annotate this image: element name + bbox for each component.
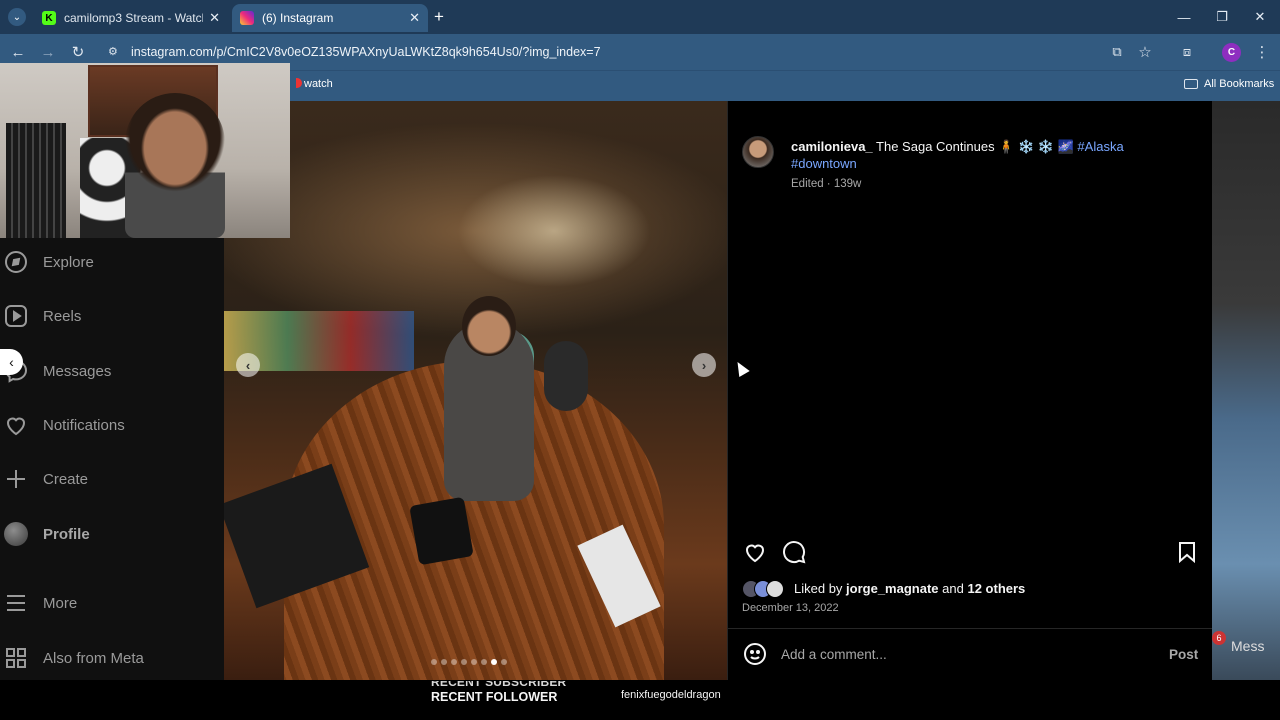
webcam-streamer <box>125 93 225 238</box>
grid-icon <box>6 648 26 668</box>
sidebar-item-messages[interactable]: Messages <box>0 351 224 391</box>
compass-icon <box>5 251 27 273</box>
carousel-dots <box>431 659 507 665</box>
reels-icon <box>5 305 27 327</box>
install-app-icon[interactable]: ⧉ <box>1107 42 1127 62</box>
carousel-dot <box>451 659 457 665</box>
comment-bubble-icon[interactable] <box>782 540 806 564</box>
profile-avatar[interactable]: C <box>1222 43 1241 62</box>
instagram-favicon-icon <box>240 11 254 25</box>
sidebar-item-also-from-meta[interactable]: Also from Meta <box>0 638 224 678</box>
sidebar-item-label: Explore <box>43 253 94 271</box>
sidebar-item-label: Reels <box>43 307 82 325</box>
tab-title: (6) Instagram <box>262 11 334 25</box>
liked-by-and: and <box>942 581 964 596</box>
bookmark-dot-icon <box>296 78 302 88</box>
author-avatar[interactable] <box>742 136 774 168</box>
foreground-person-head <box>462 296 516 356</box>
sidebar-item-label: Messages <box>43 362 112 380</box>
close-tab-icon[interactable]: ✕ <box>409 10 420 26</box>
heart-icon <box>6 417 26 436</box>
messages-preview-label[interactable]: Mess <box>1231 638 1264 654</box>
carousel-dot <box>471 659 477 665</box>
carousel-next-button[interactable]: › <box>692 353 716 377</box>
sidebar-item-label: More <box>43 594 78 612</box>
carousel-dot <box>481 659 487 665</box>
caption-text: The Saga Continues <box>876 139 995 154</box>
carousel-dot <box>431 659 437 665</box>
tab-list-button[interactable]: ⌄ <box>8 8 26 26</box>
liked-by-user[interactable]: jorge_magnate <box>846 581 938 596</box>
liked-by-prefix: Liked by <box>794 581 843 596</box>
all-bookmarks[interactable]: All Bookmarks <box>1184 78 1274 90</box>
liked-by: Liked by jorge_magnate and 12 others <box>794 581 1025 596</box>
sidebar-item-label: Create <box>43 470 89 488</box>
post-date: December 13, 2022 <box>742 602 839 614</box>
recent-follower-label: RECENT FOLLOWER <box>431 690 558 704</box>
sidebar-item-create[interactable]: Create <box>0 459 224 499</box>
sidebar-item-more[interactable]: More <box>0 583 224 623</box>
avatar <box>4 522 28 546</box>
save-bookmark-icon[interactable] <box>1175 540 1199 564</box>
tab-kick-stream[interactable]: K camilomp3 Stream - Watch Live ✕ <box>34 4 228 32</box>
kick-favicon-icon: K <box>42 11 56 25</box>
post-comment-button[interactable]: Post <box>1169 647 1198 662</box>
menu-icon <box>7 595 25 611</box>
bookmark-star-icon[interactable]: ☆ <box>1135 42 1155 62</box>
webcam-overlay <box>0 63 290 238</box>
plus-icon <box>7 470 25 488</box>
forward-arrow-icon[interactable]: → <box>38 42 58 62</box>
webcam-keyboard <box>6 123 66 238</box>
carousel-dot <box>501 659 507 665</box>
sidebar-item-label: Notifications <box>43 416 125 434</box>
folder-icon <box>1184 79 1198 89</box>
all-bookmarks-label: All Bookmarks <box>1204 78 1275 90</box>
sidebar-item-explore[interactable]: Explore <box>0 242 224 282</box>
comment-input[interactable]: Add a comment... <box>781 647 887 662</box>
next-post-preview[interactable] <box>1212 101 1280 680</box>
hashtag-alaska[interactable]: #Alaska <box>1077 139 1123 154</box>
bookmark-watch-label: watch <box>304 78 333 90</box>
back-arrow-icon[interactable]: ← <box>8 42 28 62</box>
emoji-smiley-icon[interactable] <box>743 642 767 666</box>
carousel-dot <box>491 659 497 665</box>
sidebar-item-label: Profile <box>43 525 90 543</box>
phone <box>409 496 474 566</box>
messages-badge: 6 <box>1212 631 1226 645</box>
close-window-icon[interactable]: ✕ <box>1249 6 1271 28</box>
sidebar-item-profile[interactable]: Profile <box>0 514 224 554</box>
tab-instagram[interactable]: (6) Instagram ✕ <box>232 4 428 32</box>
carousel-prev-button[interactable]: ‹ <box>236 353 260 377</box>
background-person <box>544 341 588 411</box>
recent-follower-name: fenixfuegodeldragon <box>621 689 721 701</box>
sidebar-item-reels[interactable]: Reels <box>0 296 224 336</box>
caption-emoji: 🧍 ❄️ ❄️ 🌌 <box>998 139 1074 154</box>
tab-bar: ⌄ K camilomp3 Stream - Watch Live ✕ (6) … <box>0 0 1280 34</box>
sidebar-item-notifications[interactable]: Notifications <box>0 405 224 445</box>
maximize-icon[interactable]: ❐ <box>1211 6 1233 28</box>
kebab-menu-icon[interactable]: ⋮ <box>1252 42 1272 62</box>
hashtag-downtown[interactable]: #downtown <box>791 156 857 171</box>
site-info-icon[interactable]: ⚙ <box>108 45 122 59</box>
sidebar-item-label: Also from Meta <box>43 649 144 667</box>
edited-timestamp: Edited · 139w <box>791 178 862 190</box>
url-field[interactable]: instagram.com/p/CmIC2V8v0eOZ135WPAXnyUaL… <box>131 45 601 59</box>
reload-icon[interactable]: ↻ <box>68 42 88 62</box>
post-image[interactable]: ‹ › <box>224 101 727 680</box>
bookmark-watch[interactable]: watch <box>296 78 333 90</box>
carousel-dot <box>441 659 447 665</box>
extensions-icon[interactable]: ⧈ <box>1177 42 1197 62</box>
liked-by-others[interactable]: 12 others <box>967 581 1025 596</box>
like-heart-icon[interactable] <box>743 540 767 564</box>
carousel-dot <box>461 659 467 665</box>
tab-title: camilomp3 Stream - Watch Live <box>64 11 203 25</box>
minimize-icon[interactable]: — <box>1173 6 1195 28</box>
liker-avatar <box>766 580 784 598</box>
close-tab-icon[interactable]: ✕ <box>209 10 220 26</box>
liker-avatars[interactable] <box>742 580 792 598</box>
author-username[interactable]: camilonieva_ <box>791 139 873 154</box>
post-caption: camilonieva_ The Saga Continues 🧍 ❄️ ❄️ … <box>791 138 1191 172</box>
new-tab-button[interactable]: + <box>434 8 450 26</box>
